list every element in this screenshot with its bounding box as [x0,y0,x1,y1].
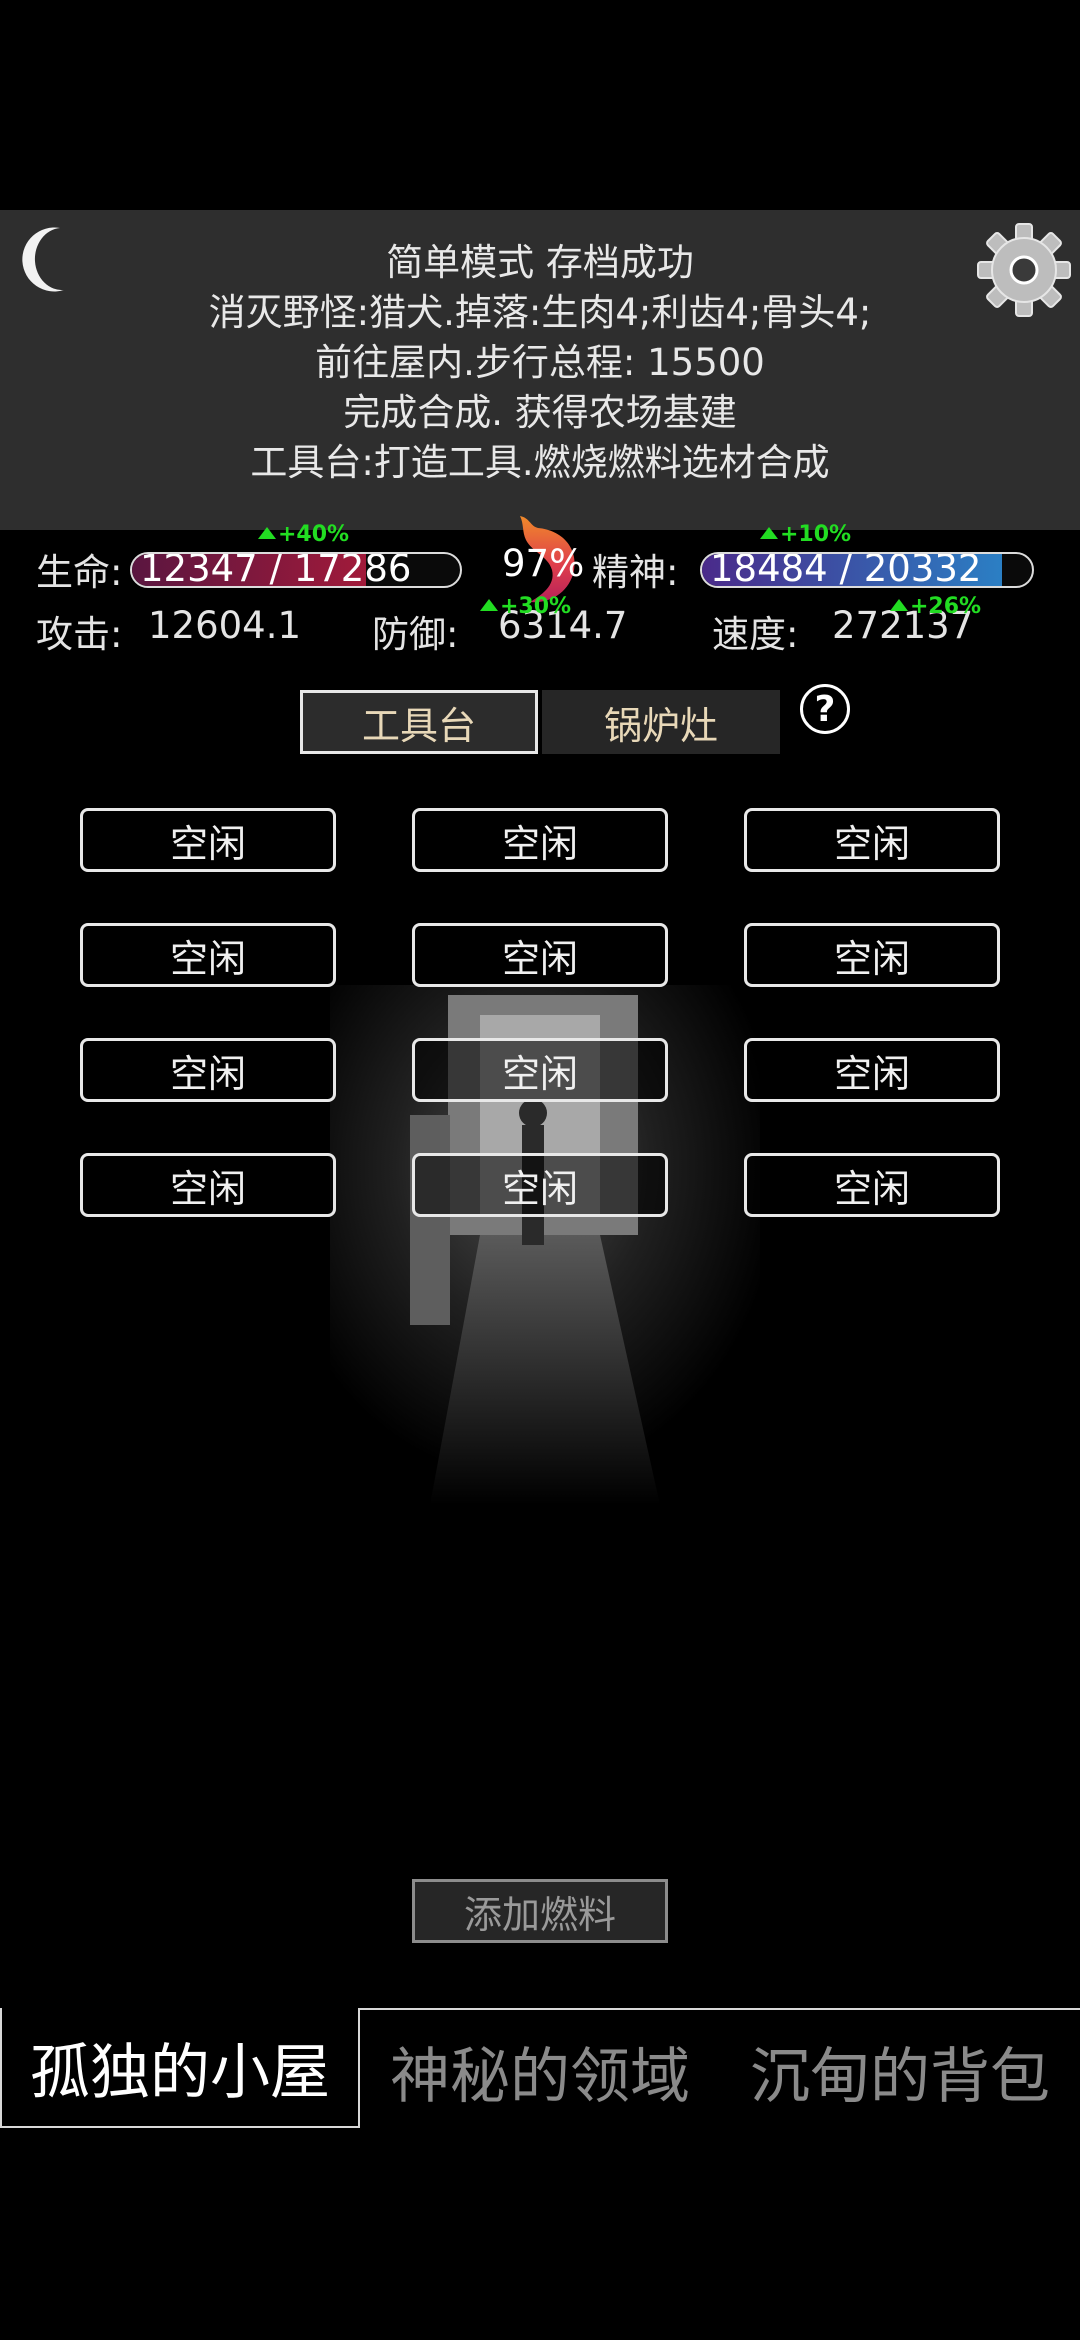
attack-value: 12604.1 [148,604,302,647]
log-lines: 简单模式 存档成功 消灭野怪:猎犬.掉落:生肉4;利齿4;骨头4; 前往屋内.步… [120,238,960,488]
defense-label: 防御: [372,613,459,656]
log-line: 完成合成. 获得农场基建 [343,391,737,434]
hp-bar: 12347 / 17286 [130,552,462,588]
satiety-value: 97% [502,542,585,585]
slot-9[interactable]: 空闲 [744,1038,1000,1102]
nav-cabin[interactable]: 孤独的小屋 [0,2008,360,2128]
slot-2[interactable]: 空闲 [412,808,668,872]
slot-10[interactable]: 空闲 [80,1153,336,1217]
nav-domain[interactable]: 神秘的领域 [360,2010,720,2132]
attack-label: 攻击: [36,613,123,656]
log-line: 工具台:打造工具.燃烧燃料选材合成 [250,441,830,484]
slot-8[interactable]: 空闲 [412,1038,668,1102]
slot-5[interactable]: 空闲 [412,923,668,987]
slot-7[interactable]: 空闲 [80,1038,336,1102]
slot-4[interactable]: 空闲 [80,923,336,987]
hp-boost: +40% [258,522,349,547]
slot-3[interactable]: 空闲 [744,808,1000,872]
slot-1[interactable]: 空闲 [80,808,336,872]
hp-label: 生命: [36,551,123,594]
spirit-label: 精神: [592,551,679,594]
gear-icon[interactable] [974,220,1074,320]
speed-label: 速度: [712,613,799,656]
slot-12[interactable]: 空闲 [744,1153,1000,1217]
up-arrow-icon [258,527,276,539]
up-arrow-icon [480,599,498,611]
spirit-value: 18484 / 20332 [710,552,982,588]
message-log: 简单模式 存档成功 消灭野怪:猎犬.掉落:生肉4;利齿4;骨头4; 前往屋内.步… [0,210,1080,530]
spirit-bar: 18484 / 20332 [700,552,1034,588]
slot-11[interactable]: 空闲 [412,1153,668,1217]
add-fuel-button[interactable]: 添加燃料 [412,1879,668,1943]
log-line: 消灭野怪:猎犬.掉落:生肉4;利齿4;骨头4; [208,291,872,334]
bottom-nav: 孤独的小屋 神秘的领域 沉甸的背包 [0,2008,1080,2130]
slot-6[interactable]: 空闲 [744,923,1000,987]
tab-workbench[interactable]: 工具台 [300,690,538,754]
log-line: 前往屋内.步行总程: 15500 [315,341,765,384]
up-arrow-icon [760,527,778,539]
up-arrow-icon [890,599,908,611]
speed-boost: +26% [890,594,981,619]
defense-boost: +30% [480,594,571,619]
log-line: 简单模式 存档成功 [386,241,694,284]
moon-icon[interactable] [8,222,82,296]
hp-value: 12347 / 17286 [140,552,412,588]
nav-bag[interactable]: 沉甸的背包 [720,2010,1080,2132]
spirit-boost: +10% [760,522,851,547]
tab-stove[interactable]: 锅炉灶 [542,690,780,754]
question-icon[interactable]: ? [800,684,850,734]
